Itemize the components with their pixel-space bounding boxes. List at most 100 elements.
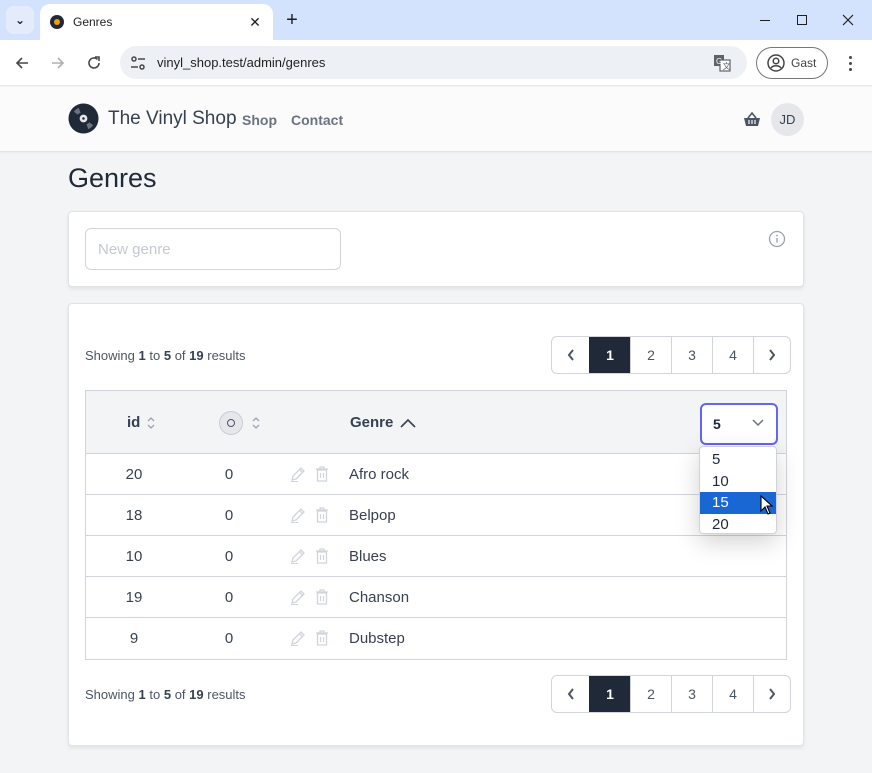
minimize-button[interactable] <box>755 10 775 30</box>
table-row: 19 0 Chanson <box>86 577 786 618</box>
cell-records: 0 <box>224 547 234 565</box>
trash-icon[interactable] <box>313 588 331 606</box>
translate-icon[interactable]: G文 <box>713 54 731 72</box>
browser-toolbar: vinyl_shop.test/admin/genres G文 Gast <box>0 40 872 86</box>
site-info-button[interactable] <box>126 51 150 75</box>
browser-tab-genres[interactable]: Genres ✕ <box>40 4 273 40</box>
basket-icon[interactable] <box>743 111 761 127</box>
page-button-4[interactable]: 4 <box>712 337 753 373</box>
per-page-option-5[interactable]: 5 <box>700 449 776 471</box>
column-header-records[interactable] <box>219 391 261 454</box>
account-circle-icon <box>767 54 785 72</box>
address-bar[interactable]: vinyl_shop.test/admin/genres G文 <box>120 46 747 79</box>
trash-icon[interactable] <box>313 465 331 483</box>
table-header: id Genre 5 <box>86 391 786 454</box>
url-text[interactable]: vinyl_shop.test/admin/genres <box>157 55 713 70</box>
page-button-2[interactable]: 2 <box>630 676 671 712</box>
cell-records: 0 <box>224 629 234 647</box>
reload-button[interactable] <box>83 52 105 74</box>
next-page-button[interactable] <box>753 676 790 712</box>
edit-icon[interactable] <box>289 547 307 565</box>
prev-page-button[interactable] <box>552 337 589 373</box>
edit-icon[interactable] <box>289 588 307 606</box>
cell-id: 18 <box>125 506 143 524</box>
chevron-left-icon <box>567 349 574 361</box>
per-page-select[interactable]: 5 <box>700 403 778 445</box>
forward-button[interactable] <box>47 52 69 74</box>
reload-icon <box>88 56 100 69</box>
next-page-button[interactable] <box>753 337 790 373</box>
table-row: 10 0 Blues <box>86 536 786 577</box>
column-header-genre[interactable]: Genre <box>350 391 416 454</box>
vinyl-record-icon[interactable] <box>68 103 99 134</box>
chevron-right-icon <box>769 688 776 700</box>
page-button-4[interactable]: 4 <box>712 676 753 712</box>
back-button[interactable] <box>11 52 33 74</box>
prev-page-button[interactable] <box>552 676 589 712</box>
per-page-value: 5 <box>713 416 721 432</box>
nav-link-shop[interactable]: Shop <box>242 112 277 128</box>
row-actions <box>289 618 331 658</box>
profile-label: Gast <box>791 56 817 70</box>
maximize-icon <box>797 15 807 25</box>
avatar[interactable]: JD <box>771 103 804 136</box>
tab-title: Genres <box>73 15 113 29</box>
brand-name[interactable]: The Vinyl Shop <box>108 108 237 130</box>
chevron-right-icon <box>769 349 776 361</box>
genres-table: id Genre 5 20 0 Afro rock 18 0 Belpop 10… <box>85 390 787 660</box>
profile-button[interactable]: Gast <box>756 47 828 79</box>
page-button-3[interactable]: 3 <box>671 337 712 373</box>
cell-genre: Afro rock <box>349 465 410 483</box>
row-actions <box>289 495 331 535</box>
close-icon <box>842 14 854 26</box>
page-button-1[interactable]: 1 <box>589 337 630 373</box>
trash-icon[interactable] <box>313 506 331 524</box>
chevron-down-icon: ⌄ <box>14 13 26 27</box>
cell-records: 0 <box>224 465 234 483</box>
cell-id: 19 <box>125 588 143 606</box>
info-icon[interactable] <box>768 230 786 248</box>
page-title: Genres <box>68 163 157 193</box>
genres-table-card: Showing 1 to 5 of 19 results 1 2 3 4 id … <box>68 303 804 746</box>
page-button-3[interactable]: 3 <box>671 676 712 712</box>
close-window-button[interactable] <box>838 10 858 30</box>
nav-link-contact[interactable]: Contact <box>291 112 343 128</box>
arrow-right-icon <box>52 57 65 69</box>
edit-icon[interactable] <box>289 465 307 483</box>
trash-icon[interactable] <box>313 629 331 647</box>
close-icon[interactable]: ✕ <box>247 14 263 31</box>
browser-tabstrip: ⌄ Genres ✕ + <box>0 0 872 40</box>
chevron-left-icon <box>567 688 574 700</box>
column-header-id[interactable]: id <box>127 391 156 454</box>
cell-genre: Chanson <box>349 588 410 606</box>
row-actions <box>289 536 331 576</box>
page-button-2[interactable]: 2 <box>630 337 671 373</box>
cell-records: 0 <box>224 506 234 524</box>
vinyl-favicon-icon <box>50 15 64 29</box>
new-tab-button[interactable]: + <box>282 9 302 31</box>
mouse-cursor-icon <box>760 495 774 515</box>
trash-icon[interactable] <box>313 547 331 565</box>
pagination-top: 1 2 3 4 <box>551 336 791 374</box>
row-actions <box>289 454 331 494</box>
per-page-option-20[interactable]: 20 <box>700 514 776 536</box>
cell-genre: Dubstep <box>349 629 405 647</box>
table-row: 18 0 Belpop <box>86 495 786 536</box>
edit-icon[interactable] <box>289 629 307 647</box>
chevron-down-icon <box>752 419 764 427</box>
cell-id: 20 <box>125 465 143 483</box>
vinyl-record-icon <box>219 410 243 435</box>
table-row: 20 0 Afro rock <box>86 454 786 495</box>
maximize-button[interactable] <box>792 10 812 30</box>
tab-search-button[interactable]: ⌄ <box>6 6 34 34</box>
results-summary-top: Showing 1 to 5 of 19 results <box>85 348 246 363</box>
app-navbar: The Vinyl Shop Shop Contact JD <box>0 87 872 152</box>
new-genre-input[interactable] <box>85 228 341 270</box>
per-page-option-10[interactable]: 10 <box>700 471 776 493</box>
minimize-icon <box>760 19 770 21</box>
create-genre-card <box>68 211 804 287</box>
kebab-menu-icon[interactable] <box>840 52 860 74</box>
page-button-1[interactable]: 1 <box>589 676 630 712</box>
edit-icon[interactable] <box>289 506 307 524</box>
cell-records: 0 <box>224 588 234 606</box>
